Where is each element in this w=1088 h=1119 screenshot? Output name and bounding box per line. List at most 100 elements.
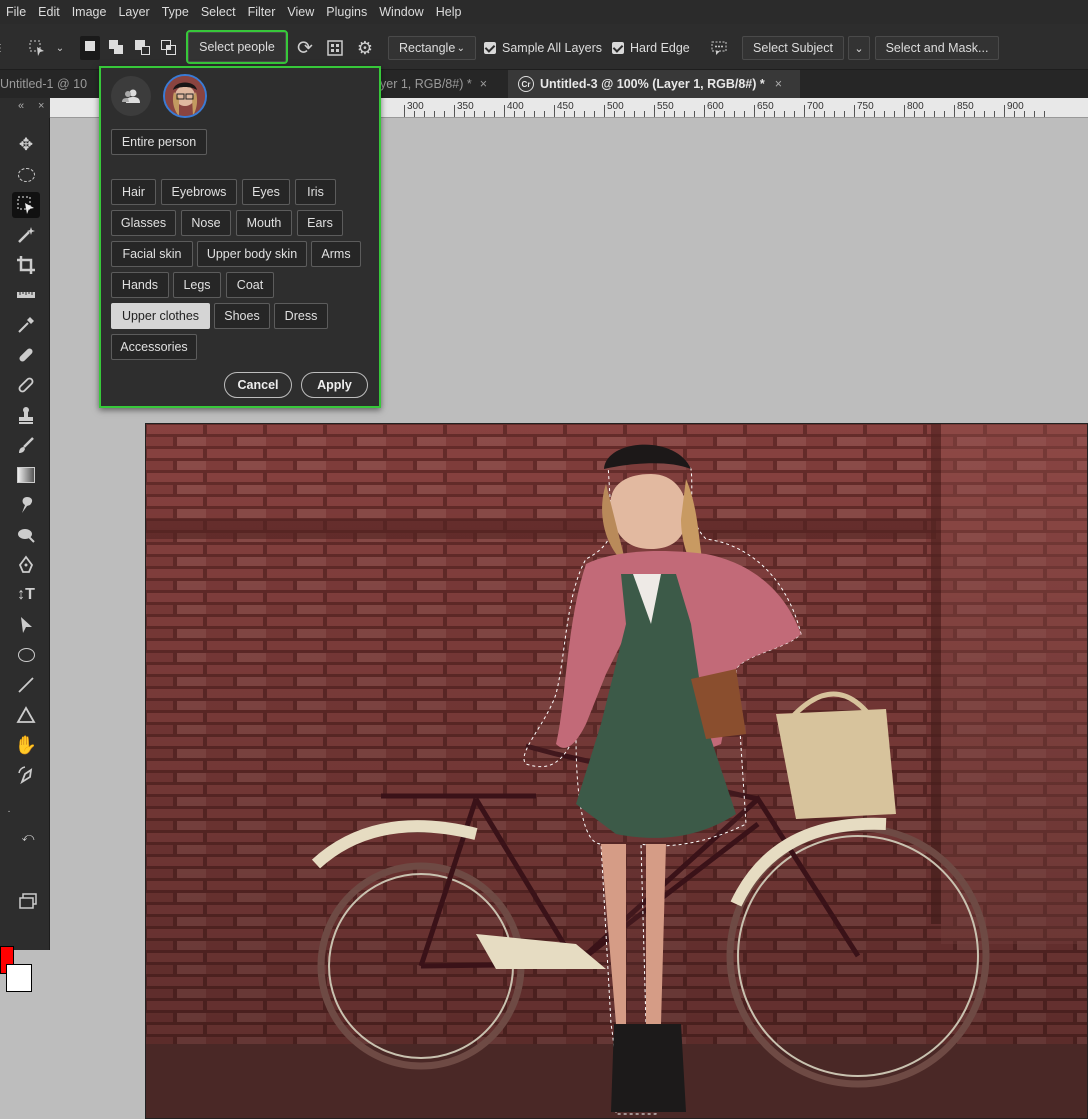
- part-shoes-button[interactable]: Shoes: [214, 303, 270, 329]
- tab-untitled-2[interactable]: yer 1, RGB/8#) * ×: [380, 70, 508, 98]
- part-facial-skin-button[interactable]: Facial skin: [111, 241, 193, 267]
- close-icon[interactable]: ×: [480, 77, 487, 91]
- ruler-minor-tick: [1044, 111, 1045, 117]
- ruler-minor-tick: [564, 111, 565, 117]
- feedback-icon[interactable]: [708, 36, 730, 60]
- menu-plugins[interactable]: Plugins: [320, 0, 373, 24]
- ruler-minor-tick: [494, 111, 495, 117]
- ruler-tool-icon[interactable]: [12, 282, 40, 308]
- background-color-swatch[interactable]: [6, 964, 32, 992]
- sample-grid-icon[interactable]: [324, 36, 346, 60]
- part-ears-button[interactable]: Ears: [297, 210, 343, 236]
- part-accessories-button[interactable]: Accessories: [111, 334, 197, 360]
- part-hands-button[interactable]: Hands: [111, 272, 169, 298]
- tab-untitled-3[interactable]: Cr Untitled-3 @ 100% (Layer 1, RGB/8#) *…: [508, 70, 800, 98]
- person-thumbnail[interactable]: [163, 74, 207, 118]
- ruler-tick: [654, 105, 655, 117]
- ruler-minor-tick: [664, 111, 665, 117]
- pen-tool-icon[interactable]: [12, 552, 40, 578]
- close-icon[interactable]: ×: [775, 77, 782, 91]
- mode-dropdown-value: Rectangle: [399, 41, 456, 55]
- part-arms-button[interactable]: Arms: [311, 241, 361, 267]
- ellipse-marquee-tool-icon[interactable]: [12, 162, 40, 188]
- hand-tool-icon[interactable]: ✋: [12, 732, 40, 758]
- line-tool-icon[interactable]: [12, 672, 40, 698]
- dodge-tool-icon[interactable]: [12, 522, 40, 548]
- move-tool-icon[interactable]: ✥: [12, 132, 40, 158]
- crop-tool-icon[interactable]: [12, 252, 40, 278]
- select-subject-dropdown[interactable]: ⌄: [848, 36, 870, 60]
- menu-help[interactable]: Help: [430, 0, 468, 24]
- tab-untitled-1[interactable]: Untitled-1 @ 10: [0, 70, 100, 98]
- intersect-selection-icon[interactable]: [158, 36, 178, 60]
- apply-button[interactable]: Apply: [301, 372, 368, 398]
- menu-select[interactable]: Select: [195, 0, 242, 24]
- sample-all-layers-checkbox[interactable]: Sample All Layers: [484, 36, 602, 60]
- smudge-tool-icon[interactable]: [12, 492, 40, 518]
- ruler-label: 300: [407, 101, 424, 112]
- ruler-minor-tick: [1034, 111, 1035, 117]
- type-tool-icon[interactable]: ↕T: [12, 582, 40, 608]
- part-eyes-button[interactable]: Eyes: [242, 179, 290, 205]
- menu-image[interactable]: Image: [66, 0, 113, 24]
- add-selection-icon[interactable]: [106, 36, 126, 60]
- part-glasses-button[interactable]: Glasses: [111, 210, 176, 236]
- refresh-icon[interactable]: ⟳: [294, 36, 316, 60]
- entire-person-button[interactable]: Entire person: [111, 129, 207, 155]
- triangle-tool-icon[interactable]: [12, 702, 40, 728]
- ruler-minor-tick: [734, 111, 735, 117]
- magic-wand-tool-icon[interactable]: [12, 222, 40, 248]
- subtract-selection-icon[interactable]: [132, 36, 152, 60]
- mode-dropdown[interactable]: Rectangle ⌄: [388, 36, 476, 60]
- part-upper-clothes-button[interactable]: Upper clothes: [111, 303, 210, 329]
- menu-edit[interactable]: Edit: [32, 0, 66, 24]
- part-legs-button[interactable]: Legs: [173, 272, 221, 298]
- all-people-icon[interactable]: [111, 76, 151, 116]
- healing-brush-icon[interactable]: [12, 372, 40, 398]
- part-upper-body-skin-button[interactable]: Upper body skin: [197, 241, 307, 267]
- swap-colors-icon[interactable]: ⤺: [20, 824, 36, 850]
- close-icon[interactable]: ×: [38, 100, 44, 112]
- menu-layer[interactable]: Layer: [112, 0, 155, 24]
- select-and-mask-button[interactable]: Select and Mask...: [875, 36, 999, 60]
- ruler-label: 700: [807, 101, 824, 112]
- menu-file[interactable]: File: [0, 0, 32, 24]
- menu-filter[interactable]: Filter: [242, 0, 282, 24]
- path-selection-icon[interactable]: [12, 612, 40, 638]
- screen-mode-icon[interactable]: [14, 888, 42, 914]
- collapse-panel-icon[interactable]: «: [18, 100, 24, 112]
- part-dress-button[interactable]: Dress: [274, 303, 328, 329]
- more-tools-icon[interactable]: ·: [4, 798, 14, 824]
- gradient-tool-icon[interactable]: [12, 462, 40, 488]
- select-subject-button[interactable]: Select Subject: [742, 36, 844, 60]
- clone-stamp-icon[interactable]: [12, 402, 40, 428]
- part-nose-button[interactable]: Nose: [181, 210, 231, 236]
- part-eyebrows-button[interactable]: Eyebrows: [161, 179, 237, 205]
- ruler-tick: [854, 105, 855, 117]
- eyedropper-tool-icon[interactable]: [12, 312, 40, 338]
- chevron-down-icon[interactable]: ⌄: [52, 36, 68, 60]
- spot-healing-brush-icon[interactable]: [12, 342, 40, 368]
- part-hair-button[interactable]: Hair: [111, 179, 156, 205]
- hard-edge-checkbox[interactable]: Hard Edge: [612, 36, 690, 60]
- ellipse-tool-icon[interactable]: [12, 642, 40, 668]
- ruler-tick: [554, 105, 555, 117]
- document-image[interactable]: [145, 423, 1088, 1119]
- gear-icon[interactable]: ⚙: [354, 36, 376, 60]
- menu-type[interactable]: Type: [156, 0, 195, 24]
- checkbox-checked-icon: [612, 42, 624, 54]
- ruler-minor-tick: [544, 111, 545, 117]
- cancel-button[interactable]: Cancel: [224, 372, 292, 398]
- part-coat-button[interactable]: Coat: [226, 272, 274, 298]
- brush-tool-icon[interactable]: [12, 432, 40, 458]
- part-iris-button[interactable]: Iris: [295, 179, 336, 205]
- new-selection-icon[interactable]: [80, 36, 100, 60]
- part-mouth-button[interactable]: Mouth: [236, 210, 292, 236]
- cloud-doc-icon: Cr: [518, 76, 534, 92]
- object-selection-tool-icon[interactable]: [12, 192, 40, 218]
- tool-preset-icon[interactable]: [26, 36, 48, 60]
- menu-view[interactable]: View: [281, 0, 320, 24]
- rotate-view-icon[interactable]: [12, 762, 40, 788]
- menu-window[interactable]: Window: [373, 0, 429, 24]
- select-people-button[interactable]: Select people: [186, 30, 288, 64]
